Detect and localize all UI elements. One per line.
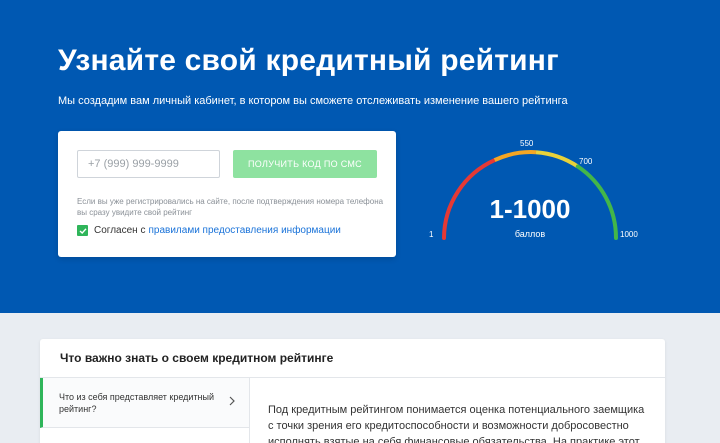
phone-input[interactable] (77, 150, 220, 178)
agreement-row: Согласен с правилами предоставления инфо… (77, 225, 341, 236)
agreement-label: Согласен с (94, 225, 146, 236)
rating-gauge: 1 550 700 1000 1-1000 баллов (420, 128, 640, 248)
rating-unit: баллов (514, 229, 546, 239)
get-sms-code-button[interactable]: ПОЛУЧИТЬ КОД ПО СМС (233, 150, 377, 178)
agreement-checkbox[interactable] (77, 225, 88, 236)
chevron-right-icon (229, 396, 235, 406)
faq-panel: Что важно знать о своем кредитном рейтин… (40, 339, 665, 443)
gauge-segment-high (535, 150, 579, 169)
faq-list (40, 428, 250, 443)
rating-range: 1-1000 (489, 194, 571, 224)
registration-hint: Если вы уже регистрировались на сайте, п… (77, 197, 384, 217)
terms-link[interactable]: правилами предоставления информации (148, 225, 340, 236)
hero-section: Узнайте свой кредитный рейтинг Мы создад… (0, 0, 720, 313)
check-icon (79, 227, 87, 234)
registration-form: ПОЛУЧИТЬ КОД ПО СМС Если вы уже регистри… (58, 131, 396, 257)
page-title: Узнайте свой кредитный рейтинг (58, 44, 559, 77)
gauge-segment-mid (493, 150, 537, 162)
faq-answer: Под кредитным рейтингом понимается оценк… (268, 404, 645, 443)
gauge-tick-550: 550 (520, 139, 534, 148)
hero-subtitle: Мы создадим вам личный кабинет, в которо… (58, 95, 568, 107)
faq-title: Что важно знать о своем кредитном рейтин… (60, 351, 334, 365)
gauge-tick-700: 700 (579, 157, 593, 166)
faq-item[interactable]: Что из себя представляет кредитный рейти… (40, 378, 250, 428)
faq-item-label: Что из себя представляет кредитный рейти… (59, 392, 215, 414)
